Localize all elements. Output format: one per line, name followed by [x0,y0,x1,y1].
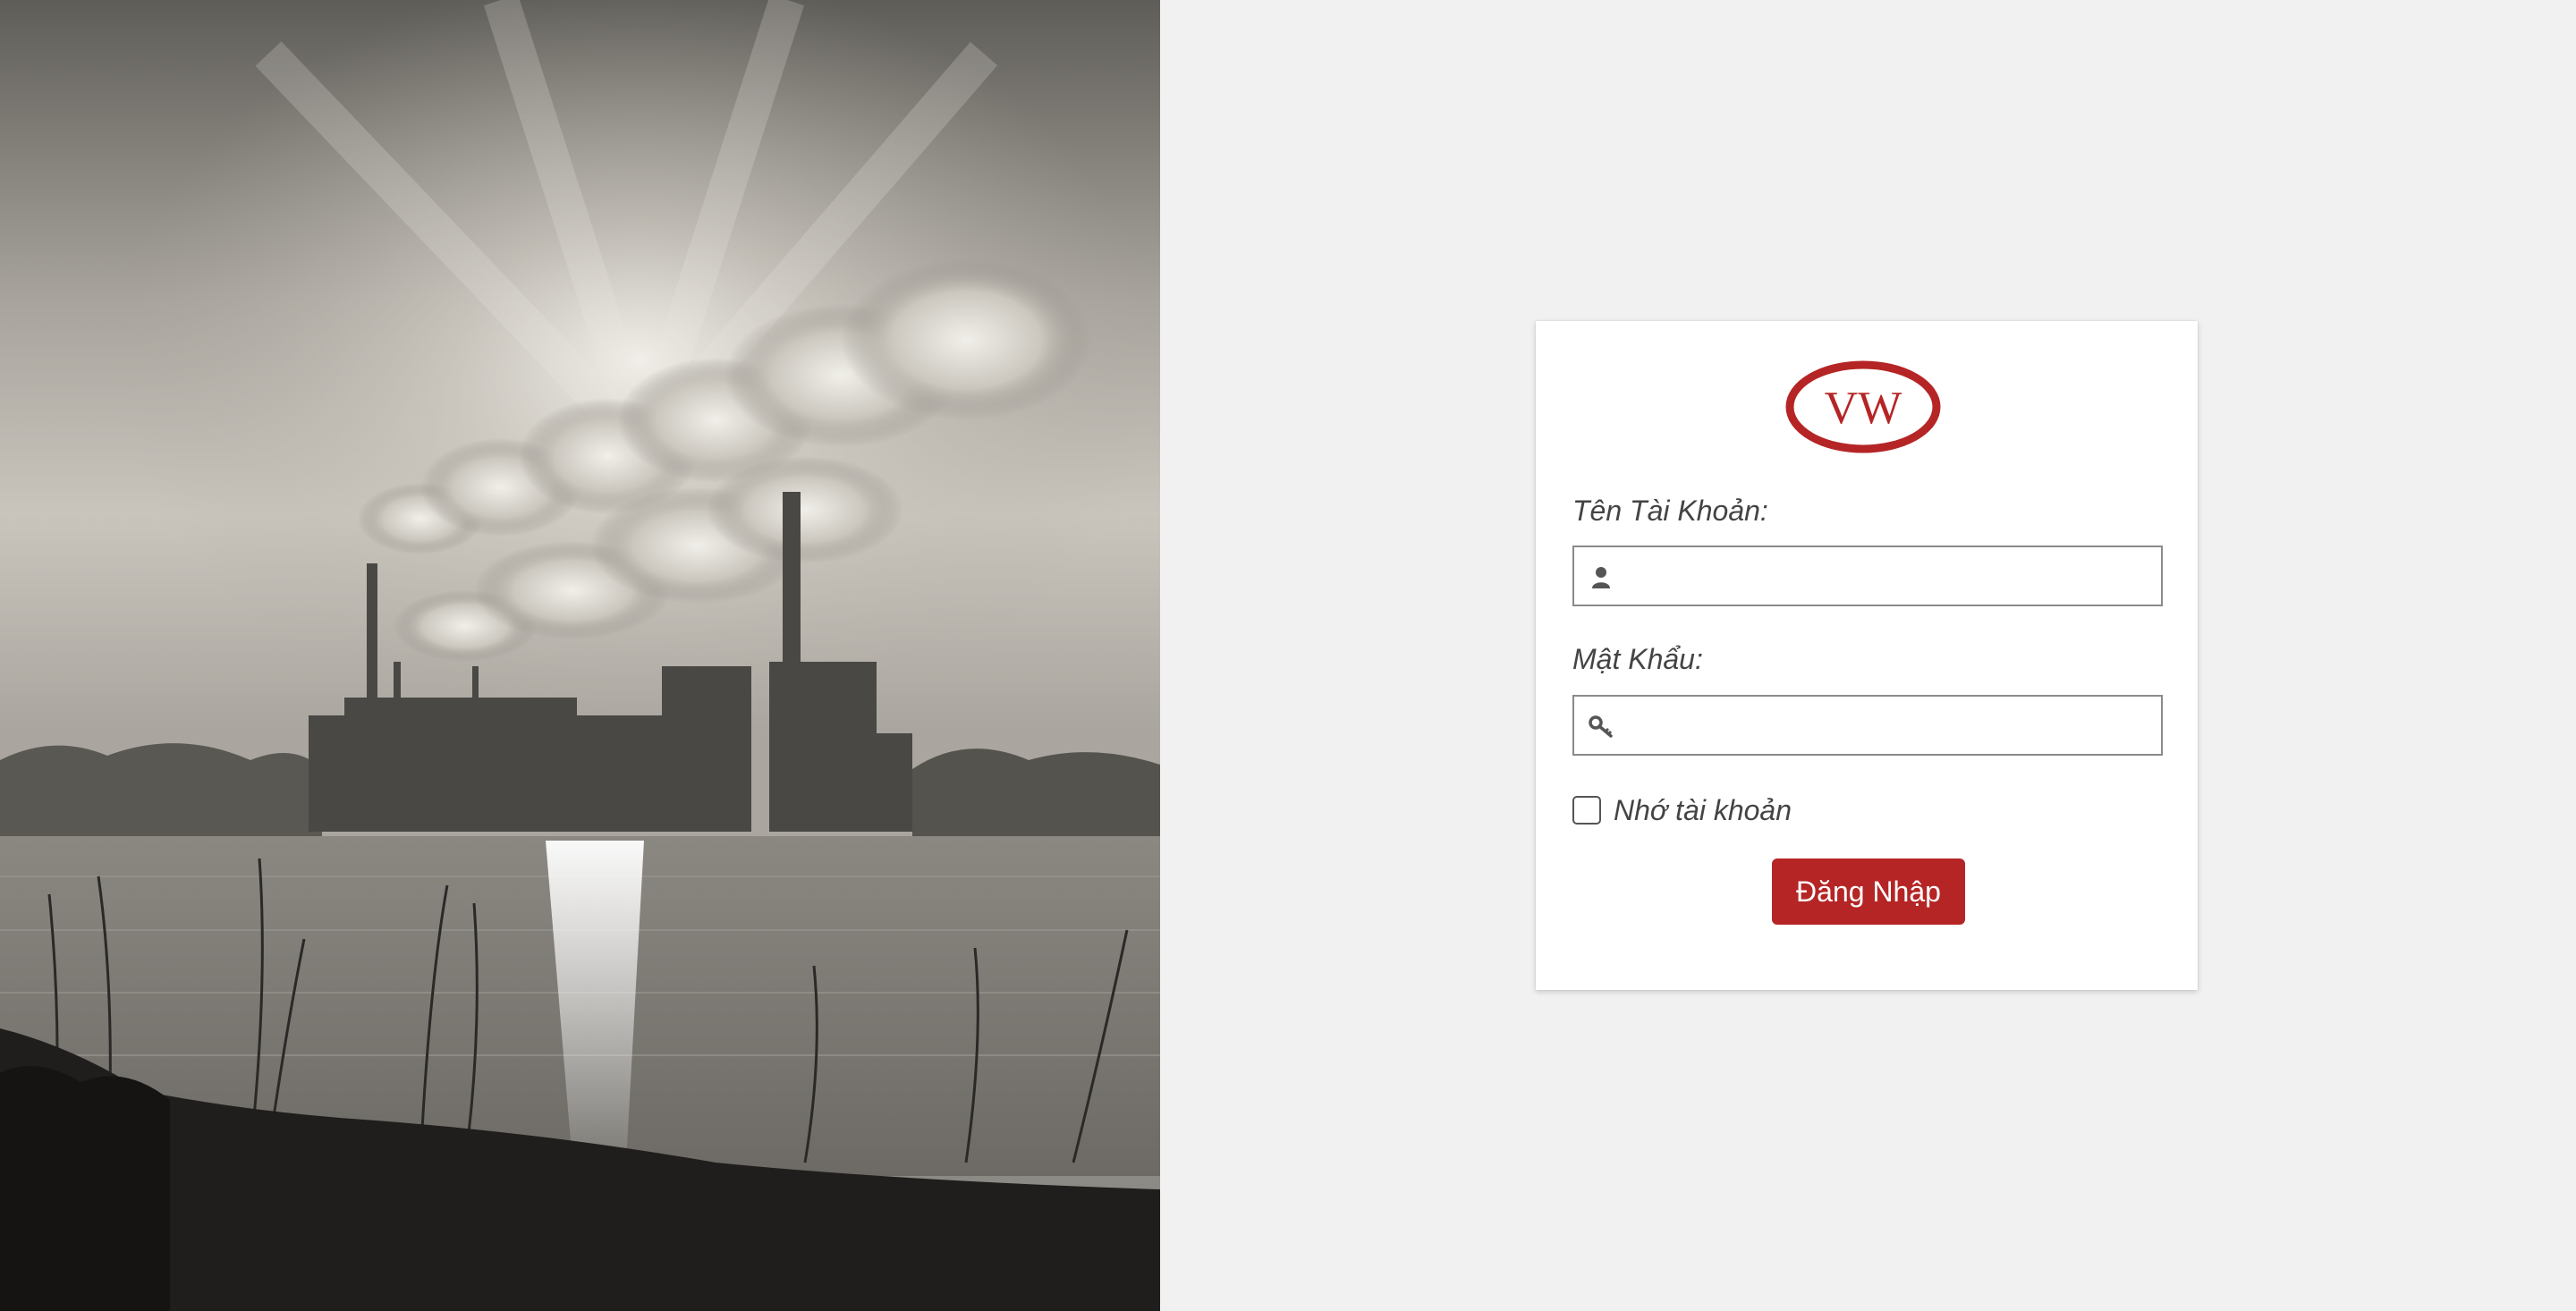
logo-letters: VW [1825,383,1902,434]
background-photo [0,0,1160,1311]
user-icon [1592,567,1610,588]
username-label: Tên Tài Khoản: [1572,495,1768,527]
vw-logo: VW [1784,358,1943,456]
remember-label: Nhớ tài khoản [1614,794,1792,826]
password-field[interactable] [1572,695,2163,756]
key-icon [1589,715,1613,738]
username-input[interactable] [1626,547,2154,605]
factory-landscape-image [0,0,1160,1311]
remember-checkbox[interactable] [1572,796,1601,825]
login-card: VW Tên Tài Khoản: Mật Khẩu: Nhớ tài khoả… [1536,321,2198,990]
password-input[interactable] [1626,697,2154,754]
password-label: Mật Khẩu: [1572,643,1703,675]
username-field[interactable] [1572,546,2163,606]
remember-me[interactable]: Nhớ tài khoản [1572,792,1792,828]
login-button[interactable]: Đăng Nhập [1772,858,1965,925]
login-page: VW Tên Tài Khoản: Mật Khẩu: Nhớ tài khoả… [0,0,2576,1311]
vw-logo-image: VW [1785,360,1941,453]
